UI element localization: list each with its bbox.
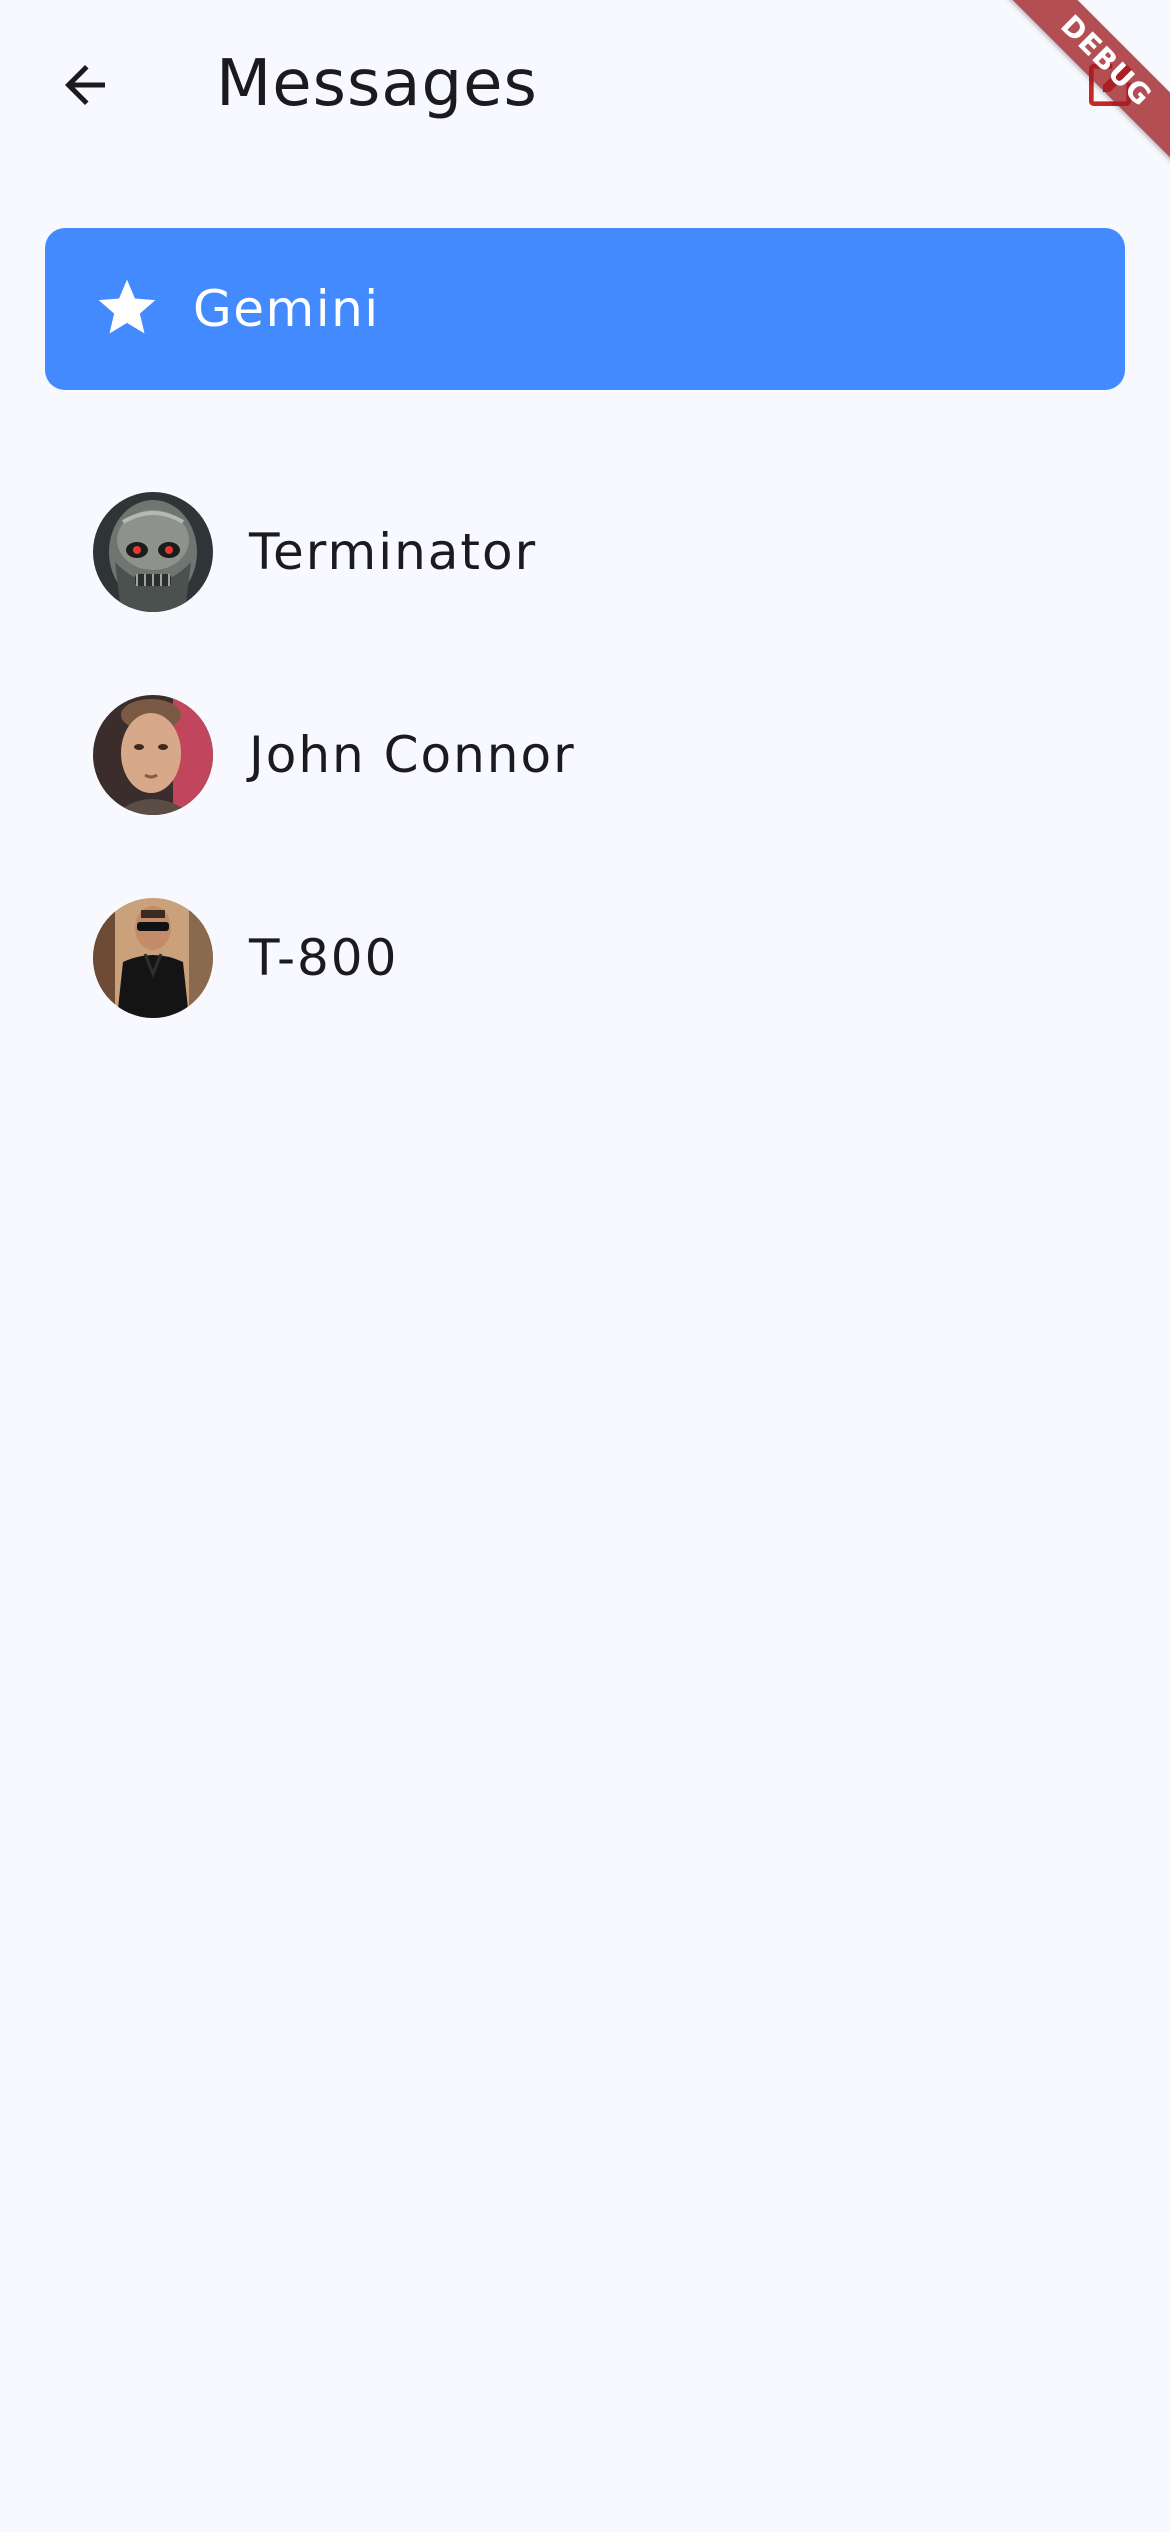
star-icon xyxy=(98,279,156,334)
terminator-avatar xyxy=(93,492,213,612)
t800-avatar xyxy=(93,898,213,1018)
contact-item-t800[interactable]: T-800 xyxy=(45,868,1125,1048)
page-title: Messages xyxy=(216,47,538,121)
contact-item-terminator[interactable]: Terminator xyxy=(45,462,1125,642)
contact-item-john-connor[interactable]: John Connor xyxy=(45,665,1125,845)
contact-name: John Connor xyxy=(249,726,576,784)
app-bar: Messages xyxy=(0,0,1170,170)
contact-name: Terminator xyxy=(249,523,538,581)
gemini-chat-button[interactable]: Gemini xyxy=(45,228,1125,390)
compose-button[interactable] xyxy=(1060,35,1160,135)
gemini-label: Gemini xyxy=(193,280,380,338)
compose-icon xyxy=(1089,62,1133,106)
back-button[interactable] xyxy=(35,35,135,135)
contact-name: T-800 xyxy=(249,929,399,987)
arrow-back-icon xyxy=(65,65,105,105)
john-connor-avatar xyxy=(93,695,213,815)
